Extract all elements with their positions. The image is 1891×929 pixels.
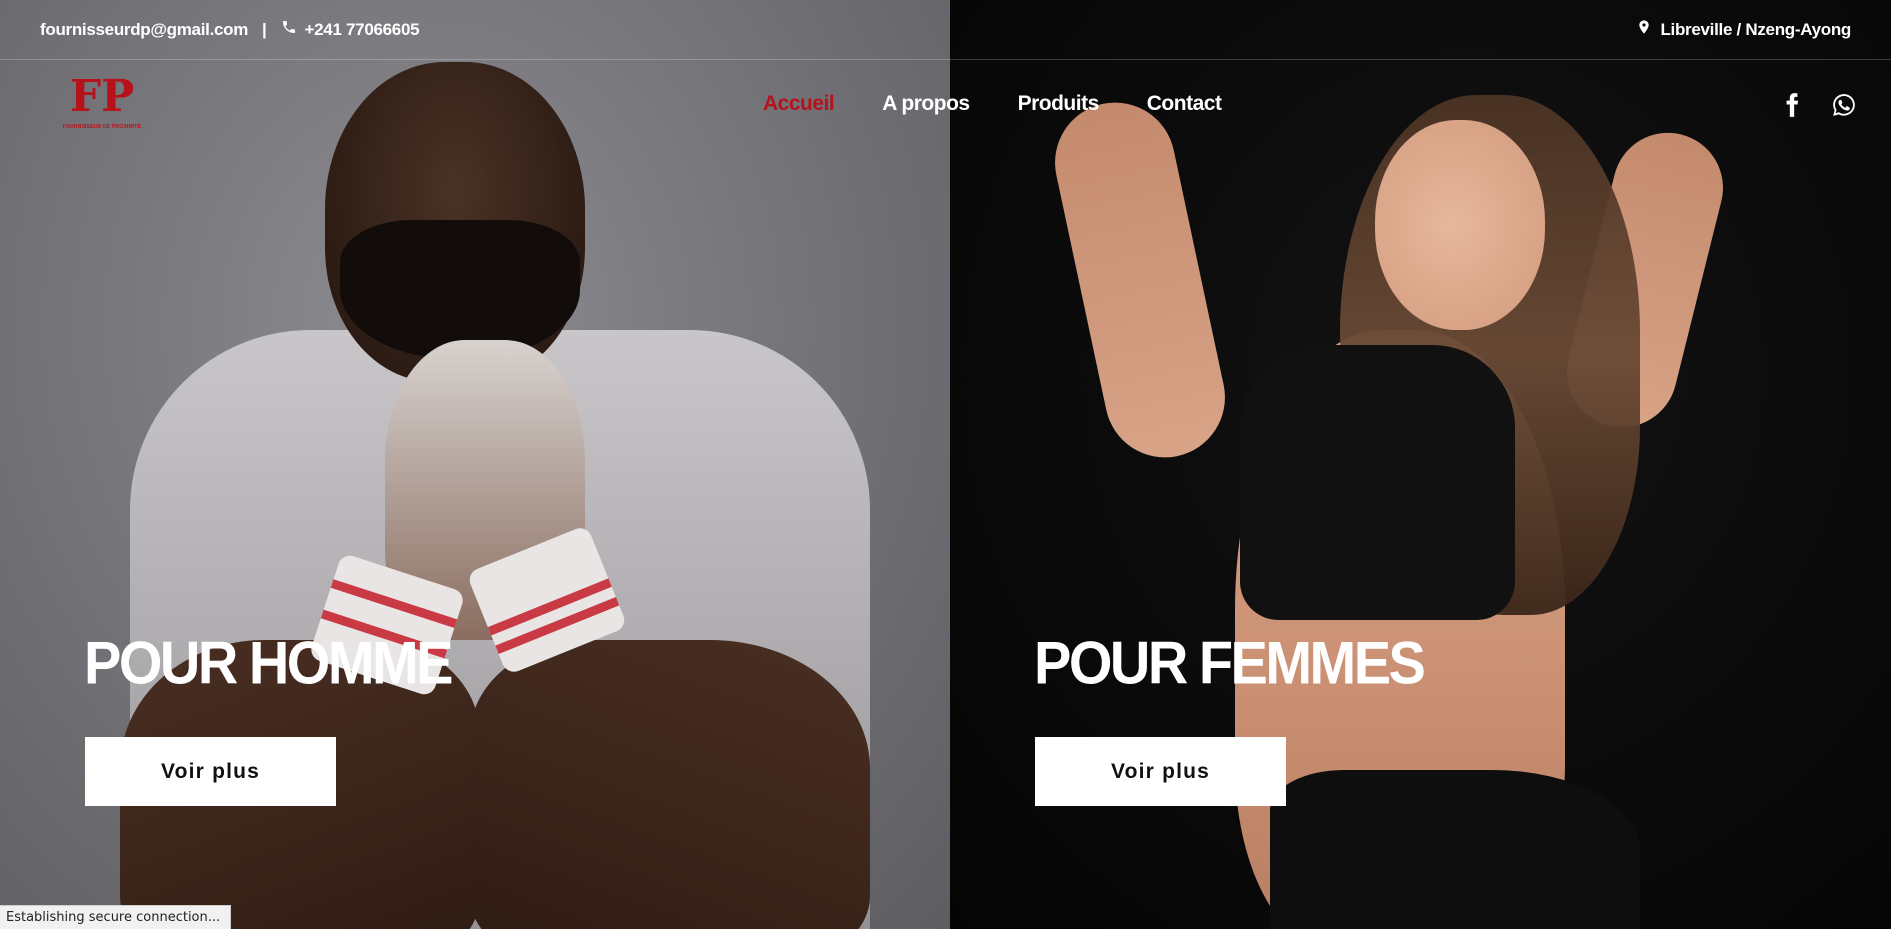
nav-item-contact[interactable]: Contact xyxy=(1147,92,1222,116)
woman-sports-top xyxy=(1240,345,1515,620)
hero-men-title: POUR HOMME xyxy=(84,628,454,697)
social-links xyxy=(1779,92,1857,123)
nav-item-a-propos[interactable]: A propos xyxy=(882,92,970,116)
woman-head xyxy=(1375,120,1545,330)
logo-subtitle: FOURNISSEUR DE PROXIMITÉ xyxy=(62,124,142,130)
contact-topbar: fournisseurdp@gmail.com | +241 77066605 … xyxy=(0,0,1891,60)
status-text: Establishing secure connection... xyxy=(6,910,221,925)
main-nav: Accueil A propos Produits Contact xyxy=(763,92,1222,116)
browser-status-bar: Establishing secure connection... xyxy=(0,905,232,929)
whatsapp-icon[interactable] xyxy=(1831,92,1857,123)
nav-item-accueil[interactable]: Accueil xyxy=(763,92,835,116)
contact-separator: | xyxy=(262,19,267,39)
man-right-arm xyxy=(470,640,870,929)
facebook-icon[interactable] xyxy=(1779,92,1805,123)
phone-icon xyxy=(281,19,297,40)
logo-mark: FP xyxy=(69,71,135,122)
woman-shorts xyxy=(1270,770,1640,929)
voir-plus-men-button[interactable]: Voir plus xyxy=(85,737,336,806)
voir-plus-women-button[interactable]: Voir plus xyxy=(1035,737,1286,806)
map-marker-icon xyxy=(1636,19,1652,40)
site-logo[interactable]: FP FOURNISSEUR DE PROXIMITÉ xyxy=(62,72,142,142)
contact-location: Libreville / Nzeng-Ayong xyxy=(1660,19,1851,39)
nav-item-produits[interactable]: Produits xyxy=(1018,92,1100,116)
man-beard xyxy=(340,220,580,360)
contact-email[interactable]: fournisseurdp@gmail.com xyxy=(40,20,248,40)
contact-phone[interactable]: +241 77066605 xyxy=(305,20,420,40)
hero-women-title: POUR FEMMES xyxy=(1034,628,1426,697)
